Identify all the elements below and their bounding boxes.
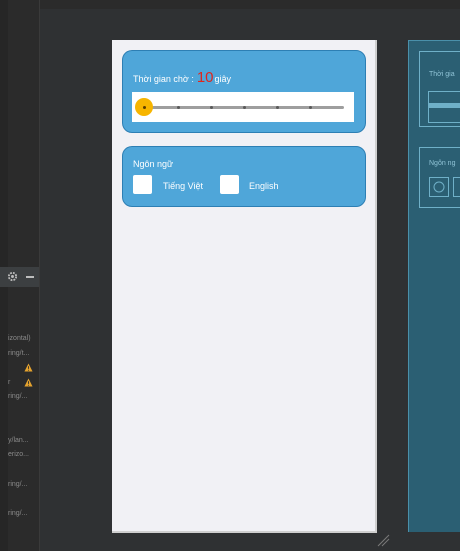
blueprint-preview: Thời gia Ngôn ng	[408, 40, 460, 532]
checkbox-vietnamese-label[interactable]: Tiếng Việt	[163, 181, 203, 191]
checkbox-english-label[interactable]: English	[249, 181, 279, 191]
checkbox-vietnamese[interactable]	[133, 175, 152, 194]
slider-tick	[210, 106, 213, 109]
component-tree-item[interactable]: ring/...	[8, 393, 27, 400]
blueprint-timeout-label: Thời gia	[429, 71, 455, 78]
slider-tick	[276, 106, 279, 109]
slider-thumb[interactable]	[135, 98, 153, 116]
component-tree-item[interactable]: ring/...	[8, 481, 27, 488]
blueprint-checkbox	[453, 177, 460, 197]
gear-icon[interactable]	[7, 271, 18, 282]
warning-icon[interactable]	[24, 378, 33, 387]
blueprint-language-title: Ngôn ng	[429, 160, 456, 167]
resize-handle-icon[interactable]	[376, 533, 390, 547]
slider-tick	[177, 106, 180, 109]
timeout-slider[interactable]	[132, 92, 354, 122]
language-title: Ngôn ngữ	[133, 159, 174, 169]
timeout-label-text: Thời gian chờ :	[133, 74, 194, 84]
language-card: Ngôn ngữ Tiếng Việt English	[122, 146, 366, 207]
slider-tick	[309, 106, 312, 109]
component-tree-item[interactable]: izontal)	[8, 335, 31, 342]
component-tree-item[interactable]: ring/t...	[8, 350, 29, 357]
timeout-label: Thời gian chờ :10giây	[133, 69, 231, 86]
device-preview: Thời gian chờ :10giây Ngôn ngữ Tiếng Việ…	[112, 40, 377, 533]
component-tree-item[interactable]: r	[8, 379, 10, 386]
component-tree-item[interactable]: ring/...	[8, 510, 27, 517]
timeout-value: 10	[196, 69, 214, 86]
minimize-icon[interactable]	[26, 276, 34, 278]
timeout-unit: giây	[214, 74, 232, 84]
component-tree-item[interactable]: erizo...	[8, 451, 29, 458]
slider-tick	[243, 106, 246, 109]
component-tree-item[interactable]: y/lan...	[8, 437, 29, 444]
blueprint-slider-track	[429, 103, 460, 108]
blueprint-circle-icon	[433, 181, 445, 193]
warning-icon[interactable]	[24, 363, 33, 372]
checkbox-english[interactable]	[220, 175, 239, 194]
timeout-card: Thời gian chờ :10giây	[122, 50, 366, 133]
